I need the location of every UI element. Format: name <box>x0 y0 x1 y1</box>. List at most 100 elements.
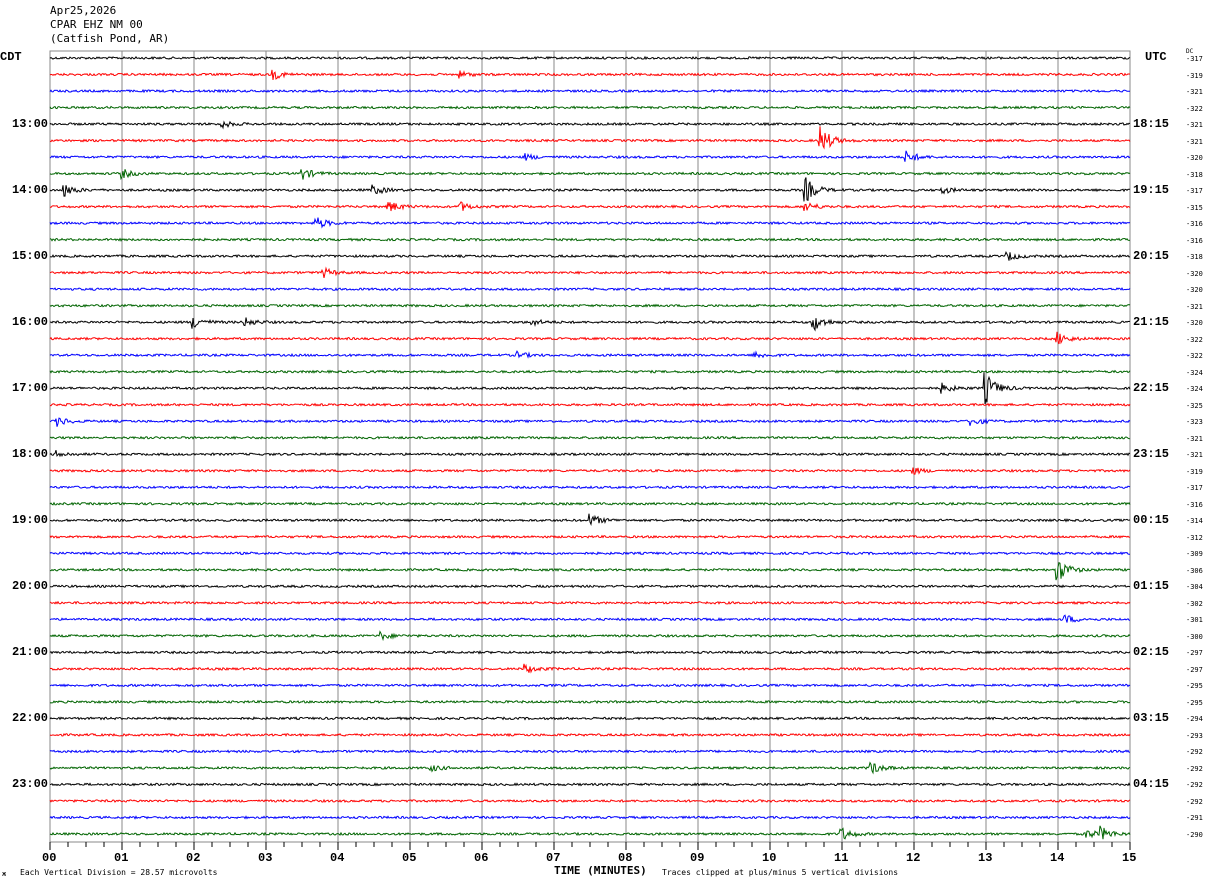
x-tick-label: 04 <box>330 851 345 865</box>
utc-hour-label: 18:15 <box>1133 117 1170 132</box>
seismic-trace <box>49 825 1131 840</box>
dc-offset-label: -304 <box>1186 583 1203 592</box>
seismic-trace <box>49 600 1131 605</box>
seismic-trace <box>49 331 1131 345</box>
seismic-trace <box>49 417 1131 427</box>
utc-hour-label: 03:15 <box>1133 711 1170 726</box>
seismic-trace <box>49 303 1131 308</box>
cdt-hour-label: 17:00 <box>12 381 49 396</box>
helicorder-plot <box>49 50 1131 850</box>
dc-offset-label: -302 <box>1186 599 1203 608</box>
cdt-hour-label: 21:00 <box>12 645 49 660</box>
seismic-trace <box>49 169 1131 181</box>
x-tick-label: 02 <box>186 851 201 865</box>
dc-offset-label: -324 <box>1186 368 1203 377</box>
seismic-trace <box>49 614 1131 623</box>
dc-offset-label: -297 <box>1186 649 1203 658</box>
x-tick-label: 00 <box>42 851 57 865</box>
x-tick-label: 11 <box>834 851 849 865</box>
utc-hour-label: 02:15 <box>1133 645 1170 660</box>
dc-offset-label: -322 <box>1186 104 1203 113</box>
dc-offset-label: -317 <box>1186 187 1203 196</box>
dc-offset-label: -319 <box>1186 71 1203 80</box>
cdt-hour-label: 13:00 <box>12 117 49 132</box>
dc-offset-label: -294 <box>1186 715 1203 724</box>
seismic-trace <box>49 683 1131 688</box>
seismic-trace <box>49 732 1131 738</box>
dc-offset-label: -297 <box>1186 665 1203 674</box>
dc-offset-label: -322 <box>1186 335 1203 344</box>
clip-note: Traces clipped at plus/minus 5 vertical … <box>662 868 899 877</box>
x-tick-label: 09 <box>690 851 705 865</box>
dc-offset-label: -319 <box>1186 467 1203 476</box>
scale-note: Each Vertical Division = 28.57 microvolt… <box>20 868 218 877</box>
dc-offset-label: -316 <box>1186 220 1203 229</box>
cdt-hour-label: 19:00 <box>12 513 49 528</box>
dc-offset-label: -318 <box>1186 253 1203 262</box>
dc-offset-label: -315 <box>1186 203 1203 212</box>
x-axis-title: TIME (MINUTES) <box>554 864 647 877</box>
seismic-trace <box>49 217 1131 229</box>
dc-offset-label: -318 <box>1186 170 1203 179</box>
dc-offset-label: -321 <box>1186 88 1203 97</box>
seismic-trace <box>49 650 1131 655</box>
cdt-hour-label: 22:00 <box>12 711 49 726</box>
cdt-hour-label: 15:00 <box>12 249 49 264</box>
dc-offset-label: -321 <box>1186 451 1203 460</box>
seismic-trace <box>49 782 1131 787</box>
seismic-trace <box>49 815 1131 820</box>
x-tick-label: 10 <box>762 851 777 865</box>
seismic-trace <box>49 699 1131 705</box>
seismic-trace <box>49 663 1131 674</box>
dc-offset-label: -295 <box>1186 682 1203 691</box>
seismic-trace <box>49 551 1130 556</box>
seismic-trace <box>49 561 1130 581</box>
seismic-trace <box>49 584 1131 589</box>
dc-offset-label: -324 <box>1186 385 1203 394</box>
seismic-trace <box>49 317 1131 332</box>
x-tick-label: 06 <box>474 851 489 865</box>
x-tick-label: 12 <box>906 851 921 865</box>
seismic-trace <box>49 761 1131 775</box>
utc-hour-label: 23:15 <box>1133 447 1170 462</box>
dc-offset-label: -320 <box>1186 154 1203 163</box>
utc-hour-label: 01:15 <box>1133 579 1170 594</box>
seismic-trace <box>49 120 1131 130</box>
dc-offset-label: -321 <box>1186 302 1203 311</box>
dc-offset-label: -322 <box>1186 352 1203 361</box>
seismic-trace <box>49 350 1131 359</box>
x-tick-label: 07 <box>546 851 561 865</box>
seismic-trace <box>49 150 1131 162</box>
seismic-trace <box>49 749 1131 754</box>
seismic-trace <box>49 798 1131 804</box>
utc-hour-label: 19:15 <box>1133 183 1170 198</box>
dc-offset-label: -293 <box>1186 731 1203 740</box>
seismic-trace <box>49 485 1131 490</box>
dc-offset-label: -309 <box>1186 550 1203 559</box>
seismic-trace <box>49 369 1131 375</box>
seismic-trace <box>49 201 1131 212</box>
cdt-hour-label: 16:00 <box>12 315 49 330</box>
logo-icon: ж <box>2 870 7 878</box>
seismic-trace <box>49 467 1131 475</box>
x-tick-label: 15 <box>1122 851 1137 865</box>
dc-offset-label: -306 <box>1186 566 1203 575</box>
seismic-trace <box>49 69 1131 80</box>
seismic-trace <box>49 266 1131 279</box>
seismic-trace <box>49 372 1131 405</box>
seismic-trace <box>49 250 1131 261</box>
dc-offset-label: -314 <box>1186 517 1203 526</box>
cdt-hour-label: 14:00 <box>12 183 49 198</box>
dc-offset-label: -316 <box>1186 500 1203 509</box>
dc-offset-label: -320 <box>1186 286 1203 295</box>
seismic-trace <box>49 630 1131 642</box>
dc-offset-label: -317 <box>1186 55 1203 63</box>
seismic-trace <box>49 716 1131 721</box>
dc-offset-label: -321 <box>1186 121 1203 130</box>
dc-offset-label: -325 <box>1186 401 1203 410</box>
seismic-trace <box>49 88 1131 94</box>
x-tick-label: 01 <box>114 851 129 865</box>
dc-offset-label: -292 <box>1186 764 1203 773</box>
x-tick-label: 08 <box>618 851 633 865</box>
dc-offset-label: -317 <box>1186 484 1203 493</box>
